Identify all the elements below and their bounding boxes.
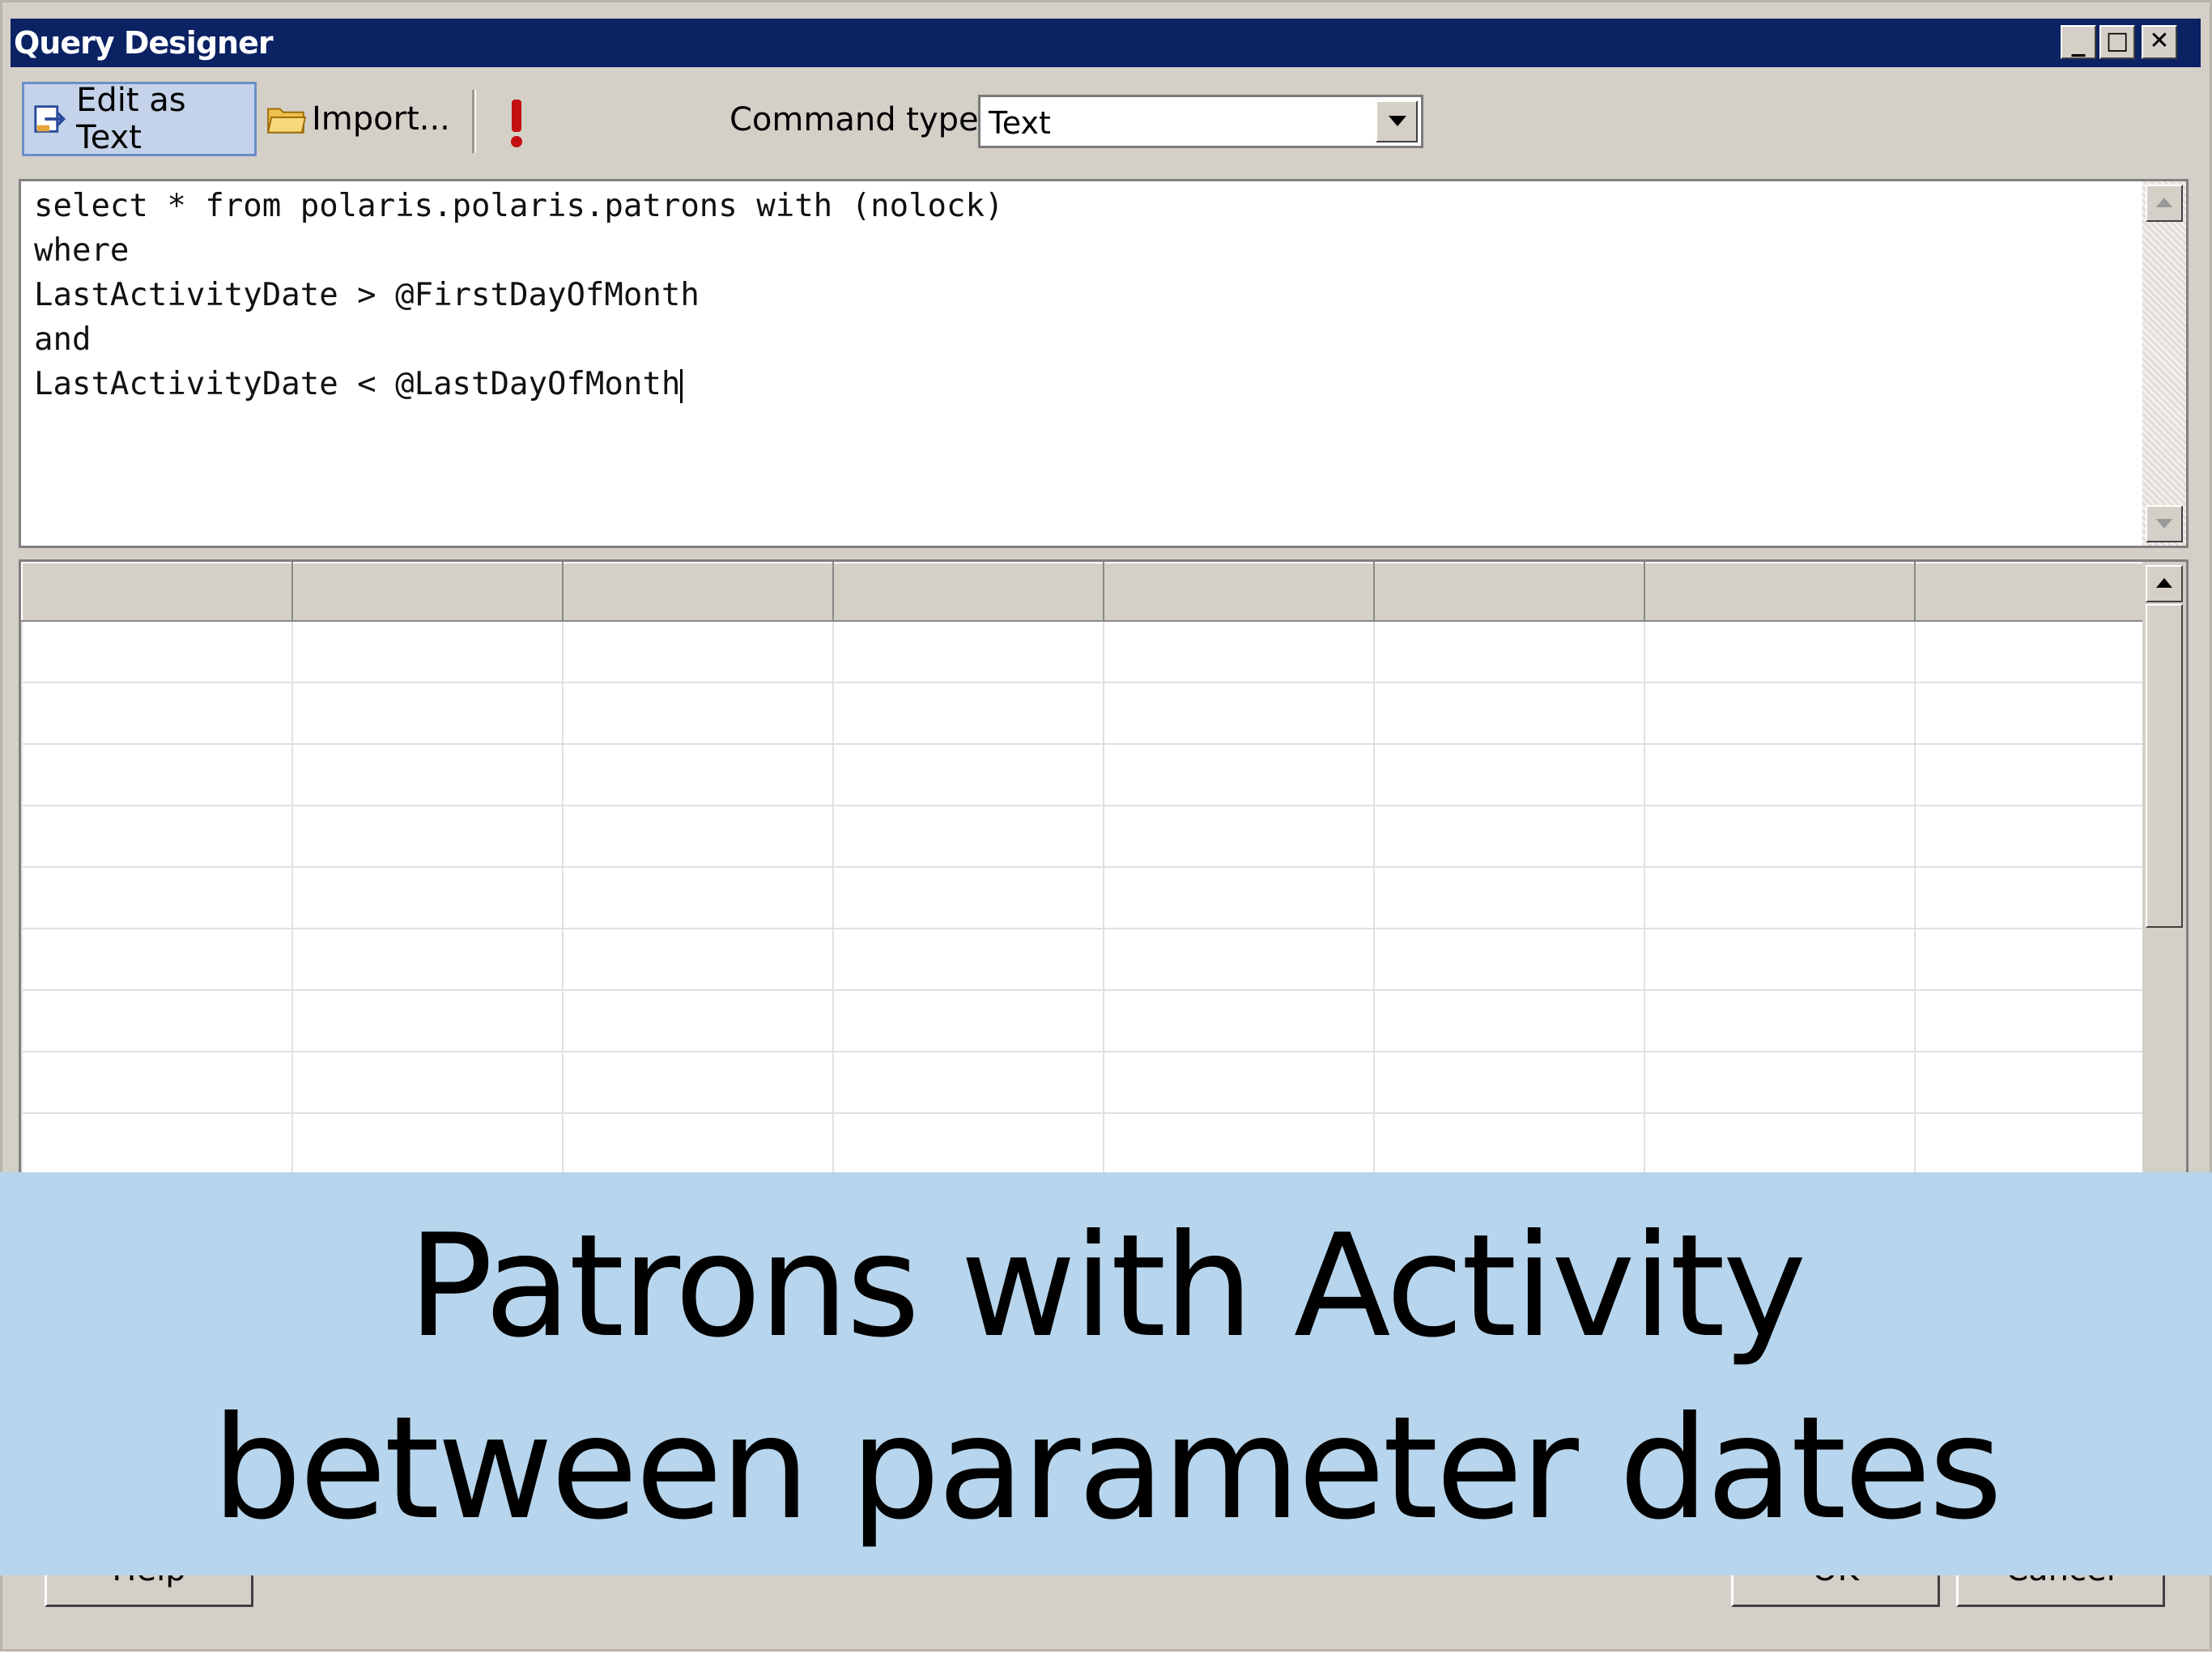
table-row xyxy=(21,620,2186,683)
grid-scrollbar[interactable] xyxy=(2142,562,2186,1172)
column-header[interactable] xyxy=(21,562,293,622)
query-text-editor[interactable]: select * from polaris.polaris.patrons wi… xyxy=(19,179,2189,548)
run-exclamation-icon[interactable] xyxy=(508,100,525,148)
scroll-up-icon[interactable] xyxy=(2146,565,2183,602)
table-row xyxy=(21,989,2186,1052)
edit-text-icon xyxy=(34,105,66,133)
caption-line-1: Patrons with Activity xyxy=(407,1205,1807,1369)
scroll-down-icon[interactable] xyxy=(2146,505,2183,542)
table-row xyxy=(21,682,2186,745)
code-line-with-cursor: LastActivityDate < @LastDayOfMonth xyxy=(34,366,683,403)
scroll-up-icon[interactable] xyxy=(2146,185,2183,222)
text-cursor xyxy=(680,368,683,403)
table-row xyxy=(21,866,2186,929)
import-label: Import... xyxy=(312,100,450,138)
results-grid[interactable] xyxy=(19,559,2189,1175)
command-type-select[interactable]: Text xyxy=(978,95,1423,148)
code-line-text: LastActivityDate < @LastDayOfMonth xyxy=(34,366,681,402)
column-header[interactable] xyxy=(1373,562,1645,622)
edit-as-text-button[interactable]: Edit as Text xyxy=(22,82,257,156)
table-row xyxy=(21,928,2186,991)
close-button[interactable]: ✕ xyxy=(2142,25,2177,59)
minimize-button[interactable]: _ xyxy=(2061,25,2096,59)
code-line: and xyxy=(34,321,91,358)
table-row xyxy=(21,743,2186,806)
column-header[interactable] xyxy=(1644,562,1916,622)
toolbar-separator xyxy=(472,90,476,153)
column-header[interactable] xyxy=(832,562,1104,622)
import-button[interactable]: Import... xyxy=(262,82,461,156)
editor-scrollbar[interactable] xyxy=(2142,181,2186,546)
caption-banner: Patrons with Activity between parameter … xyxy=(0,1172,2212,1575)
command-type-label: Command type: xyxy=(730,101,990,138)
results-table xyxy=(21,562,2186,1172)
caption-line-2: between parameter dates xyxy=(211,1387,2003,1551)
code-line: where xyxy=(34,232,130,269)
title-bar: Query Designer _ □ ✕ xyxy=(11,19,2201,67)
table-row xyxy=(21,805,2186,868)
maximize-button[interactable]: □ xyxy=(2099,25,2135,59)
window-title: Query Designer xyxy=(14,25,274,61)
code-line: LastActivityDate > @FirstDayOfMonth xyxy=(34,277,700,313)
column-header[interactable] xyxy=(1103,562,1375,622)
edit-as-text-label: Edit as Text xyxy=(76,82,186,156)
dropdown-arrow-icon[interactable] xyxy=(1376,100,1418,142)
column-header[interactable] xyxy=(562,562,834,622)
column-header[interactable] xyxy=(291,562,564,622)
table-header-row xyxy=(21,562,2186,622)
table-row xyxy=(21,1112,2186,1172)
toolbar: Edit as Text Import... Command type: Tex… xyxy=(11,70,2201,168)
command-type-value: Text xyxy=(989,105,1051,141)
scroll-thumb[interactable] xyxy=(2146,604,2183,928)
code-line: select * from polaris.polaris.patrons wi… xyxy=(34,188,1004,224)
folder-icon xyxy=(266,108,307,134)
table-row xyxy=(21,1051,2186,1114)
